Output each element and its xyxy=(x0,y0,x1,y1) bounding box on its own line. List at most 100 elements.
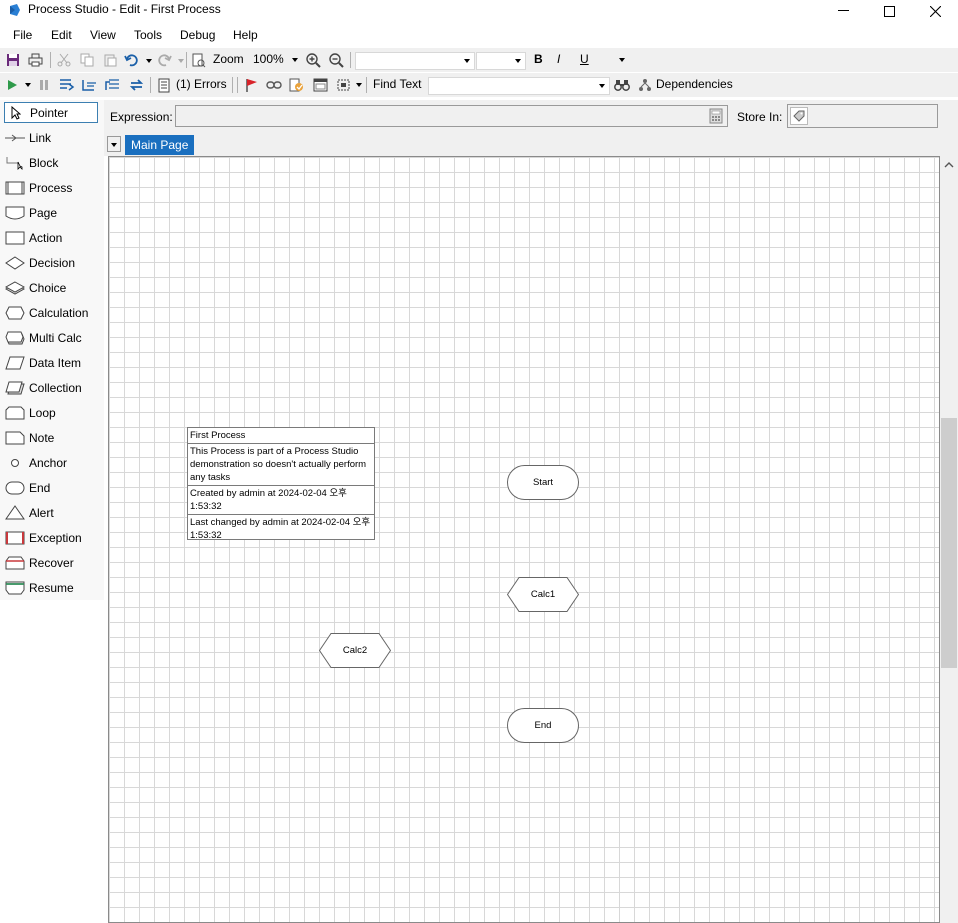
store-in-input[interactable] xyxy=(787,104,938,128)
palette-decision[interactable]: Decision xyxy=(4,252,98,273)
calc1-stage[interactable]: Calc1 xyxy=(507,577,579,612)
palette-action[interactable]: Action xyxy=(4,227,98,248)
start-stage[interactable]: Start xyxy=(507,465,579,500)
zoom-dropdown-arrow[interactable] xyxy=(292,58,298,62)
run-dropdown-arrow[interactable] xyxy=(25,83,31,87)
step-out-button[interactable] xyxy=(105,77,121,93)
reset-button[interactable] xyxy=(128,77,144,93)
redo-dropdown-arrow[interactable] xyxy=(178,59,184,63)
link-tool-button[interactable] xyxy=(266,77,282,93)
bold-button[interactable]: B xyxy=(534,52,543,66)
cut-button[interactable] xyxy=(56,52,72,68)
palette-page[interactable]: Page xyxy=(4,202,98,223)
font-family-dropdown[interactable] xyxy=(355,52,475,70)
errors-icon-button[interactable] xyxy=(157,77,173,93)
font-size-dropdown[interactable] xyxy=(476,52,526,70)
palette-loop[interactable]: Loop xyxy=(4,402,98,423)
palette-process[interactable]: Process xyxy=(4,177,98,198)
end-stage[interactable]: End xyxy=(507,708,579,743)
validate-button[interactable] xyxy=(289,77,305,93)
palette-label: Recover xyxy=(29,555,74,570)
chevron-down-icon xyxy=(464,59,470,63)
palette-calculation[interactable]: Calculation xyxy=(4,302,98,323)
page-icon xyxy=(5,206,25,219)
chain-link-icon xyxy=(266,81,282,89)
save-button[interactable] xyxy=(5,52,21,68)
palette-collection[interactable]: Collection xyxy=(4,377,98,398)
palette-anchor[interactable]: Anchor xyxy=(4,452,98,473)
properties-button[interactable] xyxy=(312,77,328,93)
calc2-stage[interactable]: Calc2 xyxy=(319,633,391,668)
undo-dropdown-arrow[interactable] xyxy=(146,59,152,63)
zoom-in-button[interactable] xyxy=(305,52,321,68)
flag-icon xyxy=(245,78,257,92)
palette-data-item[interactable]: Data Item xyxy=(4,352,98,373)
store-in-data-button[interactable] xyxy=(790,107,808,125)
calc1-label: Calc1 xyxy=(530,589,556,600)
menu-help[interactable]: Help xyxy=(233,28,258,42)
selection-dropdown-arrow[interactable] xyxy=(356,83,362,87)
selection-button[interactable] xyxy=(335,77,351,93)
diagram-canvas[interactable]: First Process This Process is part of a … xyxy=(108,156,940,923)
menu-view[interactable]: View xyxy=(90,28,116,42)
italic-button[interactable]: I xyxy=(557,52,560,66)
zoom-in-icon xyxy=(305,52,321,68)
minimize-button[interactable] xyxy=(820,0,866,22)
scroll-up-icon[interactable] xyxy=(944,161,954,169)
zoom-label: Zoom xyxy=(213,52,244,66)
find-text-input[interactable] xyxy=(428,77,610,95)
palette-recover[interactable]: Recover xyxy=(4,552,98,573)
copy-button[interactable] xyxy=(79,52,95,68)
page-list-dropdown[interactable] xyxy=(107,136,121,152)
print-button[interactable] xyxy=(27,52,43,68)
undo-button[interactable] xyxy=(124,52,140,68)
dependencies-button[interactable]: Dependencies xyxy=(656,77,733,91)
minimize-icon xyxy=(837,10,849,11)
redo-button[interactable] xyxy=(156,52,172,68)
menu-debug[interactable]: Debug xyxy=(180,28,215,42)
step-over-icon xyxy=(82,80,96,91)
palette-label: Process xyxy=(29,180,73,195)
choice-icon xyxy=(5,280,25,295)
paste-button[interactable] xyxy=(102,52,118,68)
palette-pointer[interactable]: Pointer xyxy=(4,102,98,123)
find-button[interactable] xyxy=(614,77,630,93)
store-in-label: Store In: xyxy=(737,110,783,124)
menu-tools[interactable]: Tools xyxy=(134,28,162,42)
zoom-value[interactable]: 100% xyxy=(253,52,284,66)
palette-block[interactable]: Block xyxy=(4,152,98,173)
palette-exception[interactable]: Exception xyxy=(4,527,98,548)
palette-choice[interactable]: Choice xyxy=(4,277,98,298)
font-color-dropdown-arrow[interactable] xyxy=(619,58,625,62)
palette-end[interactable]: End xyxy=(4,477,98,498)
expression-editor-button[interactable] xyxy=(708,108,724,124)
palette-resume[interactable]: Resume xyxy=(4,577,98,598)
maximize-button[interactable] xyxy=(866,0,912,22)
zoom-out-button[interactable] xyxy=(328,52,344,68)
breakpoint-button[interactable] xyxy=(243,77,259,93)
step-button[interactable] xyxy=(59,77,75,93)
expression-input[interactable] xyxy=(175,105,728,127)
tab-main-page[interactable]: Main Page xyxy=(125,135,195,155)
menu-edit[interactable]: Edit xyxy=(51,28,72,42)
underline-button[interactable]: U xyxy=(580,52,589,66)
end-terminator-icon xyxy=(5,481,25,494)
palette-link[interactable]: Link xyxy=(4,127,98,148)
step-over-button[interactable] xyxy=(82,77,98,93)
run-button[interactable] xyxy=(4,77,20,93)
palette-multi-calc[interactable]: Multi Calc xyxy=(4,327,98,348)
palette-note[interactable]: Note xyxy=(4,427,98,448)
menu-file[interactable]: File xyxy=(13,28,32,42)
zoom-page-button[interactable] xyxy=(191,52,207,68)
process-info-note[interactable]: First Process This Process is part of a … xyxy=(187,427,375,541)
zoom-out-icon xyxy=(328,52,344,68)
chevron-down-icon xyxy=(111,143,117,147)
pause-button[interactable] xyxy=(36,77,52,93)
canvas-vertical-scrollbar[interactable] xyxy=(940,156,958,923)
main-toolbar: Zoom 100% B I U xyxy=(0,48,958,72)
errors-button[interactable]: (1) Errors xyxy=(176,77,227,91)
page-zoom-icon xyxy=(192,53,206,67)
scrollbar-thumb[interactable] xyxy=(941,418,957,668)
palette-alert[interactable]: Alert xyxy=(4,502,98,523)
close-button[interactable] xyxy=(912,0,958,22)
